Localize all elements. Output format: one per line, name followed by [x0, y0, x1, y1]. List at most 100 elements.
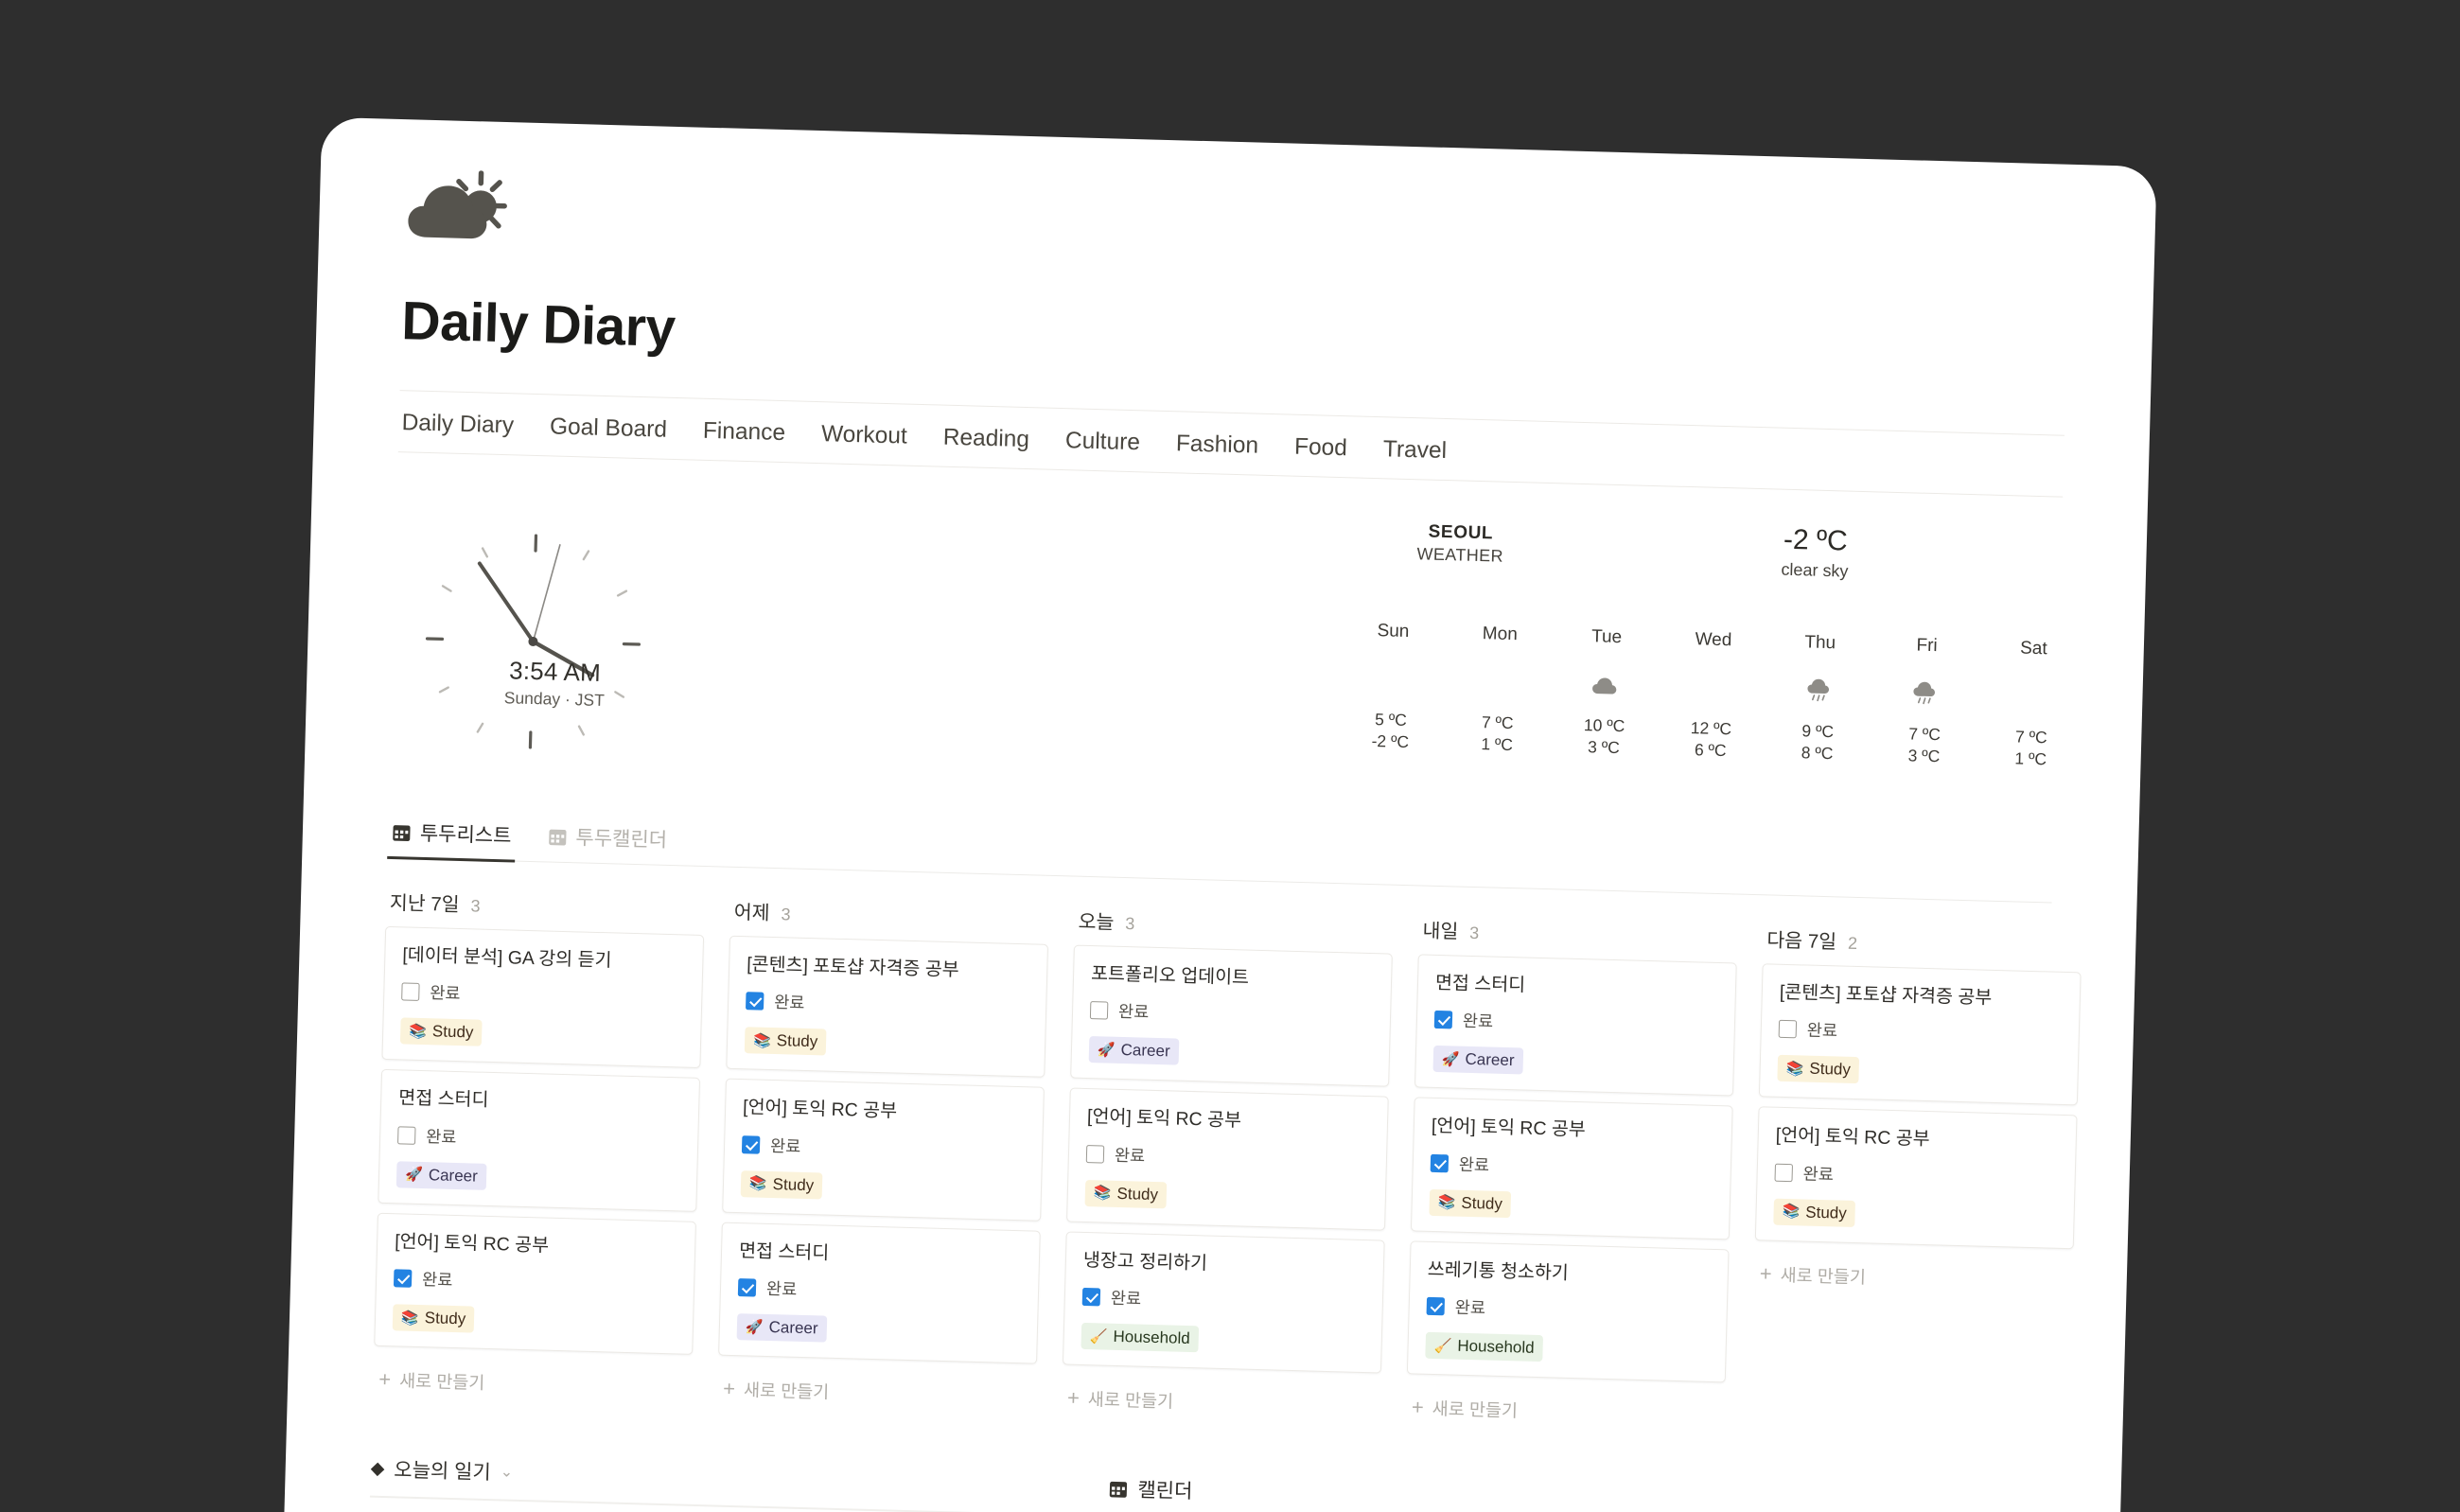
todo-card[interactable]: [언어] 토익 RC 공부 완료 📚 Study: [1754, 1106, 2078, 1250]
category-tag[interactable]: 📚 Study: [1777, 1055, 1860, 1084]
done-checkbox[interactable]: [1774, 1163, 1793, 1183]
category-tag[interactable]: 🚀 Career: [736, 1313, 827, 1344]
nav-tab-reading[interactable]: Reading: [940, 423, 1032, 456]
nav-tab-goal-board[interactable]: Goal Board: [547, 412, 671, 446]
column-count: 3: [470, 896, 481, 916]
todo-tab-list[interactable]: 투두리스트: [387, 810, 516, 861]
card-done-row[interactable]: 완료: [1430, 1152, 1714, 1183]
category-tag[interactable]: 🚀 Career: [1432, 1046, 1523, 1075]
done-checkbox[interactable]: [393, 1269, 413, 1289]
clock-widget: 3:54 AM Sunday · JST: [411, 519, 701, 765]
nav-tab-daily-diary[interactable]: Daily Diary: [398, 408, 517, 441]
page-title: Daily Diary: [400, 290, 676, 359]
nav-tab-travel[interactable]: Travel: [1379, 434, 1450, 466]
category-tag[interactable]: 🚀 Career: [1088, 1036, 1179, 1066]
card-done-row[interactable]: 완료: [741, 1133, 1026, 1164]
forecast-high: 7 ºC: [1481, 712, 1514, 733]
forecast-high: 7 ºC: [2014, 727, 2047, 747]
todo-card[interactable]: 포트폴리오 업데이트 완료 🚀 Career: [1070, 944, 1393, 1088]
category-tag[interactable]: 📚 Study: [740, 1169, 823, 1200]
new-item-button[interactable]: + 새로 만들기: [373, 1356, 693, 1412]
done-checkbox[interactable]: [745, 992, 764, 1011]
done-checkbox[interactable]: [741, 1135, 761, 1154]
diary-title[interactable]: 오늘의 일기: [394, 1455, 491, 1486]
nav-tab-finance[interactable]: Finance: [699, 416, 788, 449]
new-item-button[interactable]: + 새로 만들기: [716, 1365, 1036, 1421]
category-tag[interactable]: 🧹 Household: [1425, 1332, 1543, 1363]
nav-tab-culture[interactable]: Culture: [1063, 426, 1144, 458]
notion-page: Daily Diary Daily Diary Goal Board Finance…: [282, 116, 2157, 1512]
card-done-row[interactable]: 완료: [401, 980, 685, 1011]
category-tag[interactable]: 📚 Study: [1084, 1179, 1168, 1209]
done-checkbox[interactable]: [737, 1278, 757, 1297]
new-item-button[interactable]: + 새로 만들기: [1753, 1250, 2073, 1306]
done-checkbox[interactable]: [397, 1126, 416, 1145]
done-label: 완료: [1802, 1164, 1835, 1185]
category-tag[interactable]: 🧹 Household: [1081, 1323, 1200, 1353]
card-done-row[interactable]: 완료: [1774, 1161, 2058, 1192]
todo-tab-label: 투두캘린더: [575, 827, 668, 852]
card-done-row[interactable]: 완료: [397, 1123, 681, 1154]
category-tag[interactable]: 📚 Study: [399, 1017, 483, 1047]
card-done-row[interactable]: 완료: [1778, 1017, 2063, 1048]
tag-emoji-icon: 🚀: [1097, 1041, 1116, 1059]
card-done-row[interactable]: 완료: [737, 1275, 1022, 1307]
diamond-icon: ◆: [370, 1458, 385, 1479]
done-checkbox[interactable]: [1778, 1020, 1798, 1039]
todo-card[interactable]: [언어] 토익 RC 공부 완료 📚 Study: [722, 1079, 1045, 1222]
nav-tab-food[interactable]: Food: [1292, 432, 1351, 465]
done-checkbox[interactable]: [1430, 1153, 1450, 1173]
card-done-row[interactable]: 완료: [1089, 998, 1374, 1029]
forecast-low: 3 ºC: [1907, 746, 1941, 766]
done-checkbox[interactable]: [1085, 1144, 1105, 1164]
todo-card[interactable]: 냉장고 정리하기완료 🧹 Household: [1062, 1231, 1385, 1374]
todo-card[interactable]: 면접 스터디 완료 🚀 Career: [1414, 954, 1737, 1097]
done-checkbox[interactable]: [1433, 1011, 1453, 1029]
todo-card[interactable]: [콘텐츠] 포토샵 자격증 공부 완료 📚 Study: [1758, 963, 2082, 1106]
todo-card[interactable]: 면접 스터디 완료 🚀 Career: [378, 1069, 701, 1212]
nav-tab-fashion[interactable]: Fashion: [1172, 429, 1261, 462]
chevron-down-icon[interactable]: ⌄: [500, 1463, 514, 1482]
plus-icon: +: [722, 1377, 736, 1401]
forecast-low: 1 ºC: [1481, 734, 1514, 755]
done-checkbox[interactable]: [1426, 1297, 1446, 1316]
card-title: 냉장고 정리하기: [1082, 1249, 1208, 1275]
todo-card[interactable]: [언어] 토익 RC 공부 완료 📚 Study: [374, 1212, 696, 1356]
category-tag[interactable]: 📚 Study: [1429, 1188, 1512, 1219]
card-done-row[interactable]: 완료: [393, 1267, 677, 1298]
rain-cloud-icon: [1871, 672, 1979, 712]
column-title: 어제: [733, 901, 770, 924]
todo-tab-calendar[interactable]: 투두캘린더: [543, 814, 672, 865]
todo-card[interactable]: [언어] 토익 RC 공부 완료 📚 Study: [1410, 1097, 1733, 1240]
category-tag[interactable]: 📚 Study: [392, 1304, 475, 1333]
forecast-day-name: Mon: [1482, 624, 1519, 645]
done-checkbox[interactable]: [1089, 1001, 1109, 1020]
column-count: 3: [1125, 914, 1135, 934]
category-tag[interactable]: 📚 Study: [744, 1027, 827, 1056]
card-done-row[interactable]: 완료: [1433, 1008, 1718, 1039]
card-done-row[interactable]: 완료: [745, 990, 1029, 1021]
todo-card[interactable]: [언어] 토익 RC 공부 완료 📚 Study: [1066, 1087, 1389, 1231]
moon-icon: [1978, 675, 2086, 715]
todo-card[interactable]: [데이터 분석] GA 강의 듣기 완료 📚 Study: [381, 925, 705, 1069]
done-label: 완료: [1110, 1289, 1142, 1309]
new-item-button[interactable]: + 새로 만들기: [1405, 1384, 1725, 1440]
calendar-icon: [1108, 1479, 1129, 1500]
done-checkbox[interactable]: [1081, 1288, 1101, 1307]
tab-calendar[interactable]: 캘린더: [1107, 1474, 1193, 1512]
card-done-row[interactable]: 완료: [1085, 1142, 1370, 1173]
tag-label: Study: [1809, 1060, 1852, 1080]
todo-card[interactable]: 면접 스터디 완료 🚀 Career: [718, 1222, 1041, 1365]
new-item-label: 새로 만들기: [1087, 1389, 1174, 1412]
card-done-row[interactable]: 완료: [1081, 1285, 1366, 1316]
done-checkbox[interactable]: [401, 982, 420, 1002]
category-tag[interactable]: 🚀 Career: [395, 1161, 487, 1190]
new-item-button[interactable]: + 새로 만들기: [1061, 1375, 1380, 1431]
nav-tab-workout[interactable]: Workout: [818, 419, 911, 452]
card-done-row[interactable]: 완료: [1426, 1294, 1710, 1326]
analog-clock: [411, 519, 656, 765]
partly-cloudy-icon[interactable]: [404, 163, 510, 249]
category-tag[interactable]: 📚 Study: [1773, 1198, 1856, 1227]
todo-card[interactable]: 쓰레기통 청소하기 완료 🧹 Household: [1406, 1240, 1730, 1383]
todo-card[interactable]: [콘텐츠] 포토샵 자격증 공부 완료 📚 Study: [726, 935, 1048, 1079]
